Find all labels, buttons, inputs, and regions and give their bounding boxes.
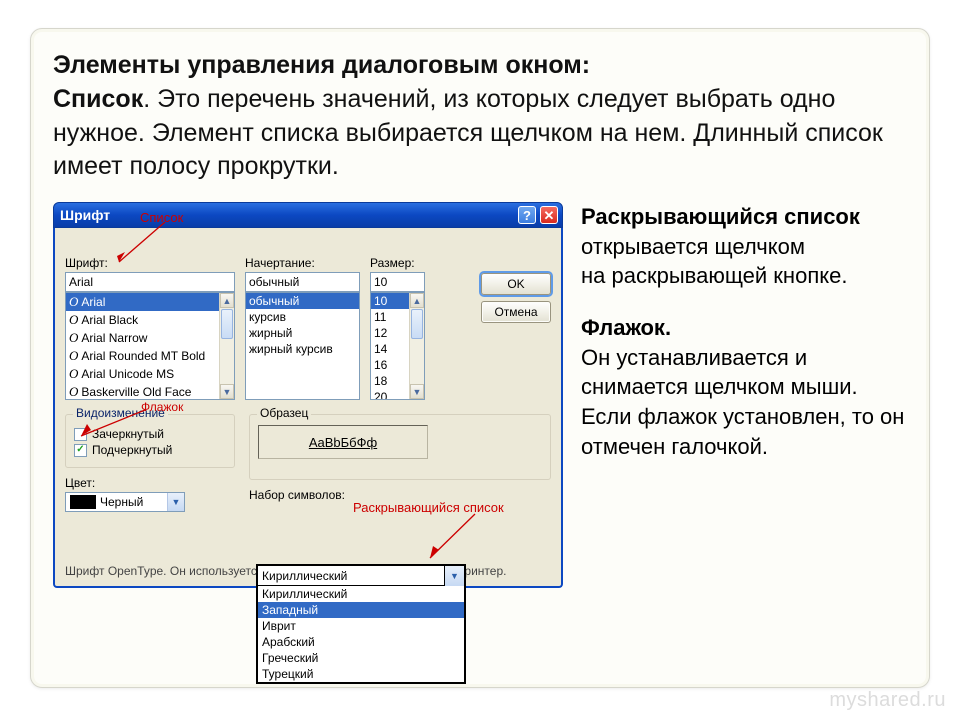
chevron-down-icon[interactable]: ▼ — [167, 493, 184, 511]
effects-groupbox: Видоизменение Зачеркнутый ✓ Подчеркнутый — [65, 414, 235, 468]
side-explanation: Раскрывающийся список открывается щелчко… — [581, 202, 907, 588]
top-row: Шрифт: OArial OArial Black OArial Narrow… — [65, 256, 551, 400]
color-label: Цвет: — [65, 476, 235, 490]
watermark: myshared.ru — [829, 689, 946, 712]
effects-legend: Видоизменение — [73, 406, 168, 420]
font-label: Шрифт: — [65, 256, 235, 270]
style-label: Начертание: — [245, 256, 360, 270]
size-label: Размер: — [370, 256, 425, 270]
dropdown-option[interactable]: Иврит — [258, 618, 464, 634]
list-item[interactable]: обычный — [246, 293, 359, 309]
list-item: OArial Black — [66, 311, 234, 329]
font-scrollbar[interactable]: ▲ ▼ — [219, 293, 234, 399]
content-row: Шрифт ? ✕ Список Шрифт: OArial OAr — [53, 202, 907, 588]
dropdown-option[interactable]: Западный — [258, 602, 464, 618]
color-swatch — [70, 495, 96, 509]
side-p1-rest: открывается щелчком — [581, 234, 805, 259]
dropdown-option[interactable]: Турецкий — [258, 666, 464, 682]
scroll-thumb[interactable] — [411, 309, 423, 339]
font-input[interactable] — [65, 272, 235, 292]
headline-title: Элементы управления диалоговым окном: — [53, 51, 590, 79]
preview-groupbox: Образец AaBbБбФф — [249, 414, 551, 480]
dropdown-option[interactable]: Арабский — [258, 634, 464, 650]
scroll-down-icon[interactable]: ▼ — [220, 384, 234, 399]
color-row: Цвет: Черный ▼ — [65, 476, 235, 512]
chevron-down-icon[interactable]: ▼ — [444, 566, 464, 586]
headline-rest: . Это перечень значений, из которых след… — [53, 85, 883, 181]
dropdown-option[interactable]: Греческий — [258, 650, 464, 666]
list-item: OArial Rounded MT Bold — [66, 347, 234, 365]
scroll-up-icon[interactable]: ▲ — [410, 293, 424, 308]
list-item: OArial Unicode MS — [66, 365, 234, 383]
preview-legend: Образец — [257, 406, 311, 420]
dropdown-option[interactable]: Кириллический — [258, 586, 464, 602]
help-button[interactable]: ? — [518, 206, 536, 224]
side-p1-line2: на раскрывающей кнопке. — [581, 263, 847, 288]
scroll-down-icon[interactable]: ▼ — [410, 384, 424, 399]
size-input[interactable] — [370, 272, 425, 292]
charset-label: Набор символов: — [249, 488, 551, 502]
side-p1-strong: Раскрывающийся список — [581, 204, 860, 229]
list-item[interactable]: курсив — [246, 309, 359, 325]
annotation-dropdown-arrow — [425, 514, 485, 564]
cancel-button[interactable]: Отмена — [481, 301, 551, 323]
list-item: OArial — [66, 293, 234, 311]
list-item: OBaskerville Old Face — [66, 383, 234, 400]
charset-dropdown[interactable]: Кириллический ▼ Кириллический Западный И… — [256, 564, 466, 684]
side-p2-strong: Флажок. — [581, 315, 671, 340]
font-dialog: Шрифт ? ✕ Список Шрифт: OArial OAr — [53, 202, 563, 588]
list-item: OArial Narrow — [66, 329, 234, 347]
underline-checkbox[interactable]: ✓ Подчеркнутый — [74, 443, 226, 457]
checkbox-square[interactable]: ✓ — [74, 444, 87, 457]
size-scrollbar[interactable]: ▲ ▼ — [409, 293, 424, 399]
headline: Элементы управления диалоговым окном: Сп… — [53, 49, 907, 184]
headline-strong: Список — [53, 85, 143, 113]
color-select[interactable]: Черный ▼ — [65, 492, 185, 512]
dialog-body: Список Шрифт: OArial OArial Black OArial… — [53, 228, 563, 588]
close-button[interactable]: ✕ — [540, 206, 558, 224]
side-p2-rest: Он устанавливается и снимается щелчком м… — [581, 345, 904, 459]
preview-box: AaBbБбФф — [258, 425, 428, 459]
scroll-up-icon[interactable]: ▲ — [220, 293, 234, 308]
strike-checkbox[interactable]: Зачеркнутый — [74, 427, 226, 441]
list-item[interactable]: жирный — [246, 325, 359, 341]
style-input[interactable] — [245, 272, 360, 292]
slide: Элементы управления диалоговым окном: Сп… — [30, 28, 930, 688]
font-listbox[interactable]: OArial OArial Black OArial Narrow OArial… — [65, 292, 235, 400]
dialog-titlebar[interactable]: Шрифт ? ✕ — [53, 202, 563, 228]
style-listbox[interactable]: обычный курсив жирный жирный курсив — [245, 292, 360, 400]
dialog-title: Шрифт — [60, 207, 110, 223]
list-item[interactable]: жирный курсив — [246, 341, 359, 357]
size-listbox[interactable]: 10 11 12 14 16 18 20 ▲ ▼ — [370, 292, 425, 400]
ok-button[interactable]: OK — [481, 273, 551, 295]
scroll-thumb[interactable] — [221, 309, 233, 339]
checkbox-square[interactable] — [74, 428, 87, 441]
